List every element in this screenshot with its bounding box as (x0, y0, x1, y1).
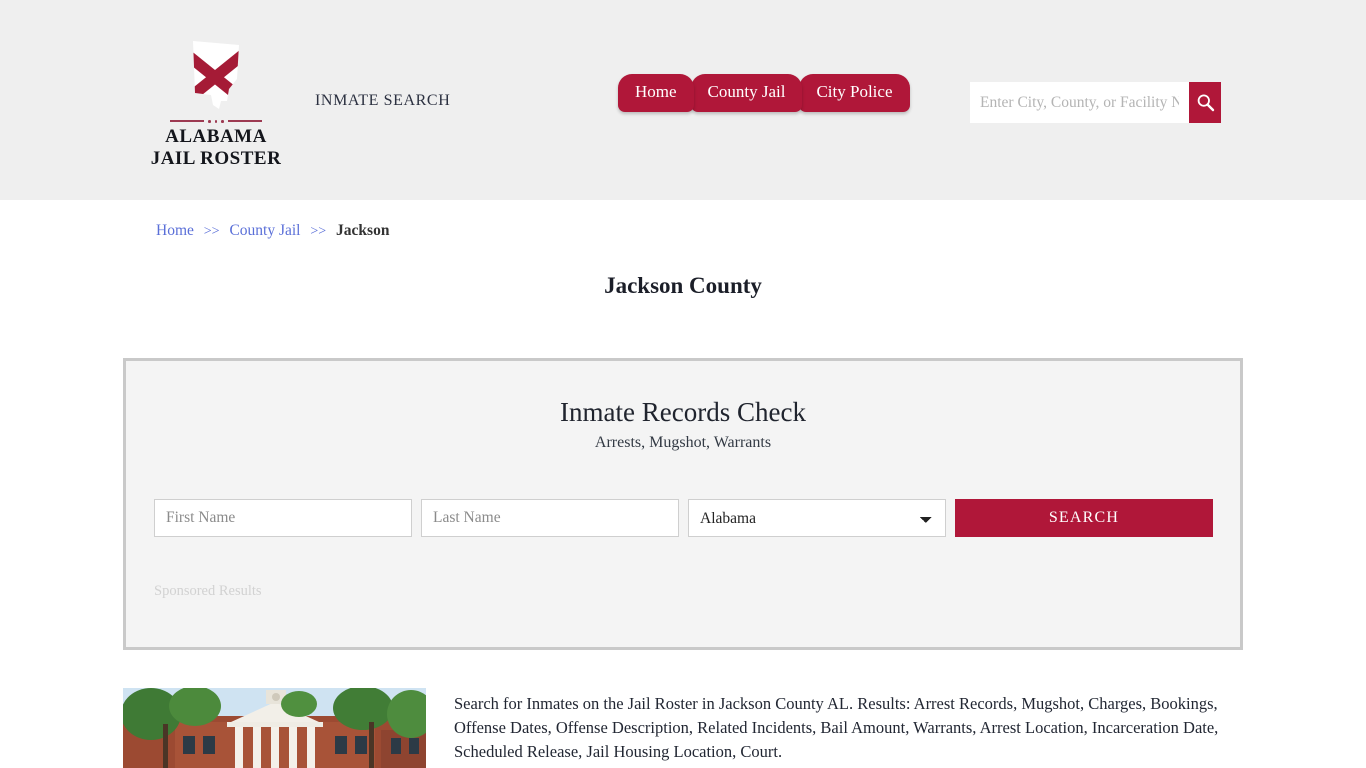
last-name-input[interactable] (421, 499, 679, 537)
panel-subtitle: Arrests, Mugshot, Warrants (594, 434, 772, 451)
first-name-input[interactable] (154, 499, 412, 537)
main-navigation: Home County Jail City Police (618, 74, 910, 112)
county-description: Search for Inmates on the Jail Roster in… (454, 694, 1219, 761)
header-search-input[interactable] (970, 82, 1189, 123)
page-title: Jackson County (604, 273, 762, 298)
state-select[interactable]: Alabama (688, 499, 946, 537)
county-info-section: Search for Inmates on the Jail Roster in… (123, 688, 1243, 768)
site-logo[interactable]: ALABAMA JAIL ROSTER (150, 38, 282, 170)
search-icon (1197, 94, 1214, 112)
inmate-search-form: Alabama SEARCH (154, 499, 1218, 537)
inmate-records-panel: Inmate Records Check Arrests, Mugshot, W… (123, 358, 1243, 650)
brand-name: ALABAMA JAIL ROSTER (150, 126, 282, 171)
header-search-button[interactable] (1189, 82, 1221, 123)
panel-title: Inmate Records Check (560, 397, 806, 427)
alabama-state-flag-icon (150, 38, 282, 118)
breadcrumb-link-county-jail[interactable]: County Jail (229, 222, 300, 239)
breadcrumb-separator: >> (310, 224, 327, 239)
nav-tab-county-jail[interactable]: County Jail (690, 74, 803, 112)
brand-name-line1: ALABAMA (165, 125, 267, 147)
logo-divider (150, 120, 282, 123)
breadcrumb: Home >> County Jail >> Jackson (156, 222, 389, 240)
site-tagline: INMATE SEARCH (315, 92, 451, 109)
nav-tab-city-police[interactable]: City Police (799, 74, 910, 112)
header-search (970, 82, 1221, 123)
search-submit-button[interactable]: SEARCH (955, 499, 1213, 537)
brand-name-line2: JAIL ROSTER (150, 147, 282, 169)
breadcrumb-link-home[interactable]: Home (156, 222, 194, 239)
courthouse-thumbnail (123, 688, 426, 768)
breadcrumb-separator: >> (203, 224, 220, 239)
sponsored-results-label: Sponsored Results (154, 583, 262, 599)
nav-tab-home[interactable]: Home (618, 74, 694, 112)
site-header: ALABAMA JAIL ROSTER INMATE SEARCH Home C… (0, 0, 1366, 200)
breadcrumb-current: Jackson (336, 222, 390, 239)
